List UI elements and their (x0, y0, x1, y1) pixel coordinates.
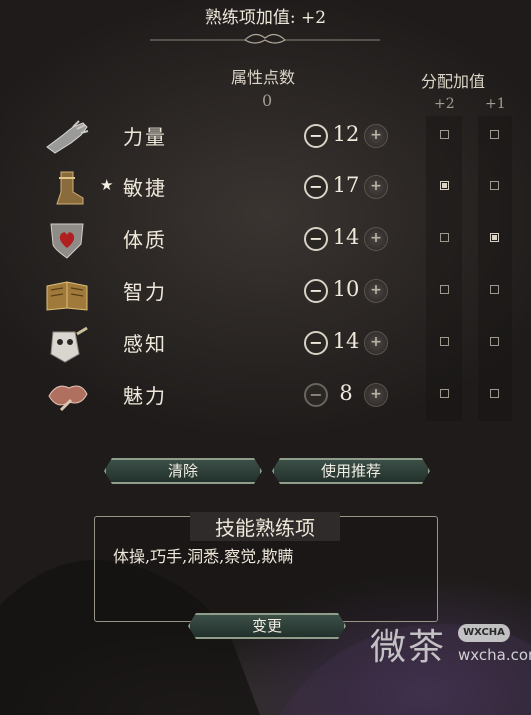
charisma-mask-icon (48, 385, 88, 412)
decrease-ability-button[interactable]: − (304, 279, 328, 303)
wisdom-owl-icon (50, 326, 88, 363)
ability-score: 17 (332, 173, 360, 197)
watermark-url: wxcha.com (458, 646, 531, 664)
ability-name: 敏捷 (123, 176, 167, 200)
ability-points-value: 0 (262, 91, 273, 110)
decrease-ability-button[interactable]: − (304, 175, 328, 199)
increase-ability-button[interactable]: + (364, 383, 388, 407)
bonus-plus1-checkbox[interactable] (490, 337, 499, 346)
dexterity-boot-icon (56, 171, 84, 205)
increase-ability-button[interactable]: + (364, 124, 388, 148)
increase-ability-button[interactable]: + (364, 227, 388, 251)
ability-name: 力量 (123, 125, 167, 149)
bonus-plus1-checkbox[interactable] (490, 130, 499, 139)
ability-row: 魅力 −8 + (0, 374, 531, 424)
watermark-badge: WXCHA (458, 624, 510, 642)
intelligence-book-icon (46, 281, 88, 311)
ability-row: 力量 −12 + (0, 115, 531, 165)
ability-score: 14 (332, 329, 360, 353)
bonus-plus2-checkbox[interactable] (440, 181, 449, 190)
bonus-plus1-checkbox[interactable] (490, 233, 499, 242)
clear-button[interactable]: 清除 (104, 458, 262, 484)
bonus-plus2-checkbox[interactable] (440, 285, 449, 294)
ability-row: 感知 −14 + (0, 322, 531, 372)
decrease-ability-button[interactable]: − (304, 331, 328, 355)
bonus-plus1-checkbox[interactable] (490, 285, 499, 294)
skill-proficiency-title: 技能熟练项 (190, 512, 340, 541)
ability-name: 体质 (123, 228, 167, 252)
ability-row: ★ 敏捷 −17 + (0, 166, 531, 216)
constitution-heart-shield-icon (50, 223, 84, 259)
ability-score: 10 (332, 277, 360, 301)
decrease-ability-button[interactable]: − (304, 124, 328, 148)
increase-ability-button[interactable]: + (364, 175, 388, 199)
primary-ability-star-icon: ★ (100, 176, 114, 194)
bonus-allocation-label: 分配加值 (421, 72, 486, 91)
ability-score: 12 (332, 122, 360, 146)
bonus-col-plus2-label: +2 (434, 96, 455, 112)
ability-name: 智力 (123, 280, 167, 304)
ability-name: 魅力 (123, 384, 167, 408)
proficiency-bonus-title: 熟练项加值: +2 (204, 8, 327, 28)
use-recommended-button[interactable]: 使用推荐 (272, 458, 430, 484)
bonus-plus2-checkbox[interactable] (440, 337, 449, 346)
ability-points-label: 属性点数 (231, 68, 296, 87)
strength-gauntlet-icon (46, 120, 89, 154)
ability-score: 14 (332, 225, 360, 249)
ability-score: 8 (339, 381, 353, 405)
skill-proficiency-list: 体操,巧手,洞悉,察觉,欺瞒 (113, 547, 294, 566)
bonus-plus1-checkbox[interactable] (490, 389, 499, 398)
ability-row: 智力 −10 + (0, 270, 531, 320)
ability-name: 感知 (123, 332, 167, 356)
watermark-logo: 微茶 (370, 627, 447, 668)
bonus-col-plus1-label: +1 (485, 96, 506, 112)
decrease-ability-button[interactable]: − (304, 227, 328, 251)
increase-ability-button[interactable]: + (364, 331, 388, 355)
change-button[interactable]: 变更 (188, 613, 346, 639)
decrease-ability-button[interactable]: − (304, 383, 328, 407)
ability-row: 体质 −14 + (0, 218, 531, 268)
increase-ability-button[interactable]: + (364, 279, 388, 303)
bonus-plus2-checkbox[interactable] (440, 233, 449, 242)
ornamental-divider (150, 33, 380, 44)
bonus-plus2-checkbox[interactable] (440, 130, 449, 139)
bonus-plus1-checkbox[interactable] (490, 181, 499, 190)
bonus-plus2-checkbox[interactable] (440, 389, 449, 398)
